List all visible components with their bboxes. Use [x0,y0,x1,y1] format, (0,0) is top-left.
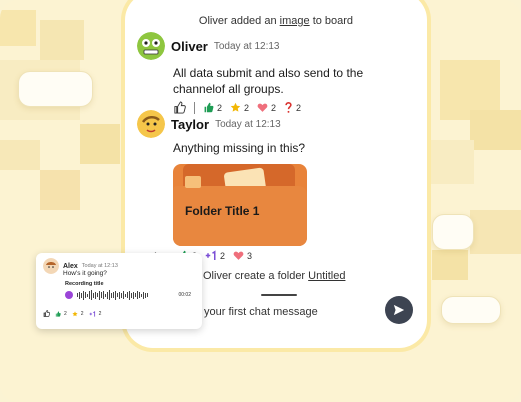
avatar [43,258,59,274]
waveform[interactable] [77,290,174,300]
star-icon [72,310,78,316]
bg-tile [40,170,80,210]
bg-tile [80,124,120,164]
timestamp: Today at 12:13 [215,118,281,130]
username[interactable]: Taylor [171,117,209,132]
system-message-folder-created: Oliver create a folder Untitled [203,270,346,282]
audio-recording: Recording title 00:02 [65,281,191,307]
message-text: How's it going? [63,270,107,277]
folder-attachment-card[interactable]: Folder Title 1 [173,164,307,246]
plus-one-icon [89,310,95,317]
untitled-folder-link[interactable]: Untitled [308,270,345,282]
message-text: All data submit and also send to the cha… [173,66,364,96]
reaction-plus-one[interactable]: 2 [205,250,225,261]
decorative-bubble [432,214,474,250]
recording-title: Recording title [65,281,104,287]
bg-tile [0,140,40,170]
add-reaction-thumbs-up-icon[interactable] [43,310,50,317]
thumbs-up-icon [55,310,61,317]
message-oliver: Oliver Today at 12:13 All data submit an… [137,32,417,114]
username[interactable]: Oliver [171,39,208,54]
send-button[interactable] [385,296,413,324]
avatar[interactable] [137,110,165,138]
timestamp: Today at 12:13 [213,40,280,52]
bg-tile [470,210,521,254]
username: Alex [63,262,78,270]
message-taylor: Taylor Today at 12:13 Anything missing i… [137,110,417,261]
decorative-bubble [18,71,93,107]
floating-message-card[interactable]: Alex Today at 12:13 How's it going? Reco… [36,253,202,329]
folder-icon [185,176,201,188]
plus-one-icon [205,250,216,260]
bg-tile [430,140,474,184]
send-icon [393,304,405,316]
avatar[interactable] [137,32,165,60]
folder-title: Folder Title 1 [185,204,260,218]
image-link[interactable]: image [280,15,310,27]
decorative-bubble [441,296,501,324]
heart-icon [233,251,244,260]
bg-tile [432,250,468,280]
reaction-plus-one[interactable]: 2 [89,310,101,317]
duration: 00:02 [178,292,191,298]
reaction-bar: 2 2 2 [43,310,195,317]
reaction-star[interactable]: 2 [72,311,84,317]
bg-tile [40,20,84,60]
reaction-heart[interactable]: 3 [233,250,252,261]
system-message-image-added: Oliver added an image to board [198,15,354,27]
timestamp: Today at 12:13 [81,263,118,269]
message-text: Anything missing in this? [173,141,306,155]
message-input[interactable]: your first chat message [204,306,318,318]
reaction-thumbs-up[interactable]: 2 [55,311,67,317]
play-icon[interactable] [65,291,73,299]
bg-tile [470,110,521,150]
bg-tile [0,10,36,46]
